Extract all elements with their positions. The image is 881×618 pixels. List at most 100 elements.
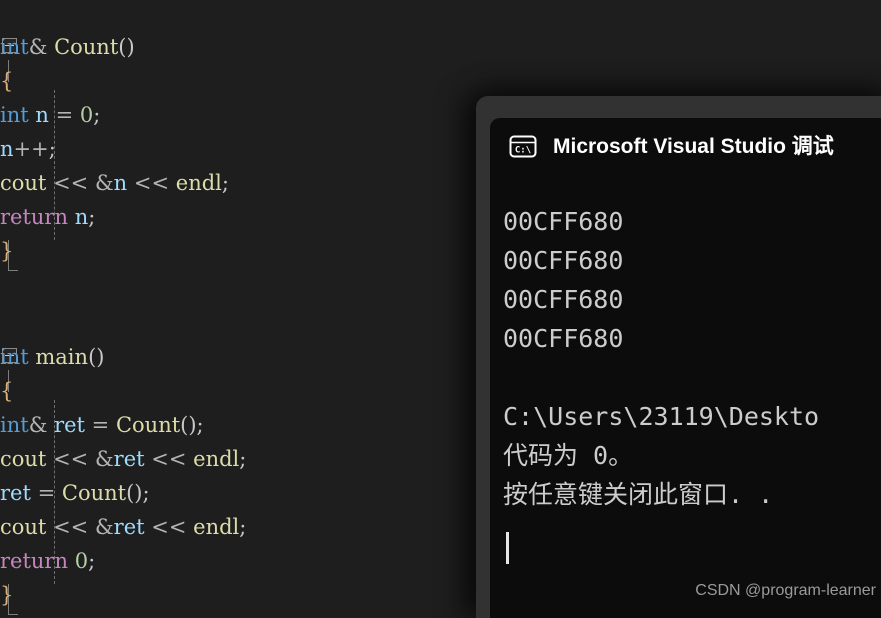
code-token: () (88, 345, 105, 369)
code-line[interactable]: { (0, 374, 500, 408)
code-token: int (0, 35, 29, 59)
code-line-text: n++; (0, 132, 56, 166)
code-token: { (0, 69, 14, 93)
code-line-text: } (0, 234, 13, 268)
fold-guide-foot (8, 270, 18, 271)
code-token: & (94, 447, 114, 471)
code-line-text: return 0; (0, 544, 95, 578)
code-token: endl (193, 515, 240, 539)
code-line[interactable]: cout << &ret << endl; (0, 510, 500, 544)
code-line-text: cout << &n << endl; (0, 166, 229, 200)
code-token: ; (88, 549, 96, 573)
console-content-area[interactable]: C:\ Microsoft Visual Studio 调试 00CFF680 … (490, 118, 881, 618)
code-token: ; (93, 103, 101, 127)
fold-guide-foot (8, 614, 18, 615)
code-block-count-function: int& Count() { int n = 0; n++; cout << &… (0, 30, 500, 271)
code-token: Count (115, 413, 181, 437)
code-line[interactable]: return n; (0, 200, 500, 234)
code-token: int (0, 345, 29, 369)
code-token: ; (142, 481, 150, 505)
code-token: } (0, 583, 14, 607)
code-line-text: { (0, 64, 13, 98)
code-token: << (151, 515, 187, 539)
code-line[interactable]: int& ret = Count(); (0, 408, 500, 442)
code-token: return (0, 549, 68, 573)
code-line[interactable]: cout << &ret << endl; (0, 442, 500, 476)
csdn-watermark: CSDN @program-learner (695, 582, 876, 599)
code-token: ; (196, 413, 204, 437)
code-token: n (74, 205, 89, 229)
code-token: ret (0, 481, 31, 505)
code-token: << (133, 171, 170, 195)
code-line[interactable]: } (0, 578, 500, 612)
code-token: & (94, 171, 114, 195)
code-token: ; (48, 137, 56, 161)
code-line-text: cout << &ret << endl; (0, 510, 246, 544)
code-token: n (0, 137, 14, 161)
code-token: n (35, 103, 49, 127)
code-line[interactable]: cout << &n << endl; (0, 166, 500, 200)
code-token: { (0, 379, 14, 403)
code-line[interactable]: n++; (0, 132, 500, 166)
code-token: ret (113, 515, 145, 539)
code-line[interactable]: } (0, 234, 500, 268)
code-token: () (180, 413, 197, 437)
console-output-line: 00CFF680 (503, 285, 624, 314)
code-line-text: int main() (0, 340, 104, 374)
code-token: << (53, 515, 89, 539)
code-token: ; (221, 171, 229, 195)
code-token: } (0, 239, 14, 263)
console-output-line: 00CFF680 (503, 246, 624, 275)
code-token: & (28, 413, 55, 437)
code-token: () (126, 481, 143, 505)
code-line-text: return n; (0, 200, 95, 234)
code-line-text: int& Count() (0, 30, 135, 64)
console-output-line: 按任意键关闭此窗口. . (503, 480, 774, 509)
code-token: & (94, 515, 114, 539)
code-token: & (28, 35, 55, 59)
code-token: ; (239, 515, 247, 539)
code-line[interactable]: int& Count() (0, 30, 500, 64)
code-token: main (35, 345, 89, 369)
code-token: cout (0, 171, 47, 195)
code-line[interactable]: { (0, 64, 500, 98)
code-line[interactable]: int main() (0, 340, 500, 374)
code-editor-pane[interactable]: int& Count() { int n = 0; n++; cout << &… (0, 0, 500, 618)
code-token: ; (239, 447, 247, 471)
console-titlebar[interactable]: C:\ Microsoft Visual Studio 调试 (490, 118, 881, 176)
code-token: Count (54, 35, 119, 59)
code-line-text: ret = Count(); (0, 476, 150, 510)
code-line-text: { (0, 374, 13, 408)
console-title-text: Microsoft Visual Studio 调试 (553, 135, 834, 158)
code-token: << (53, 171, 89, 195)
code-token: ++ (13, 137, 49, 161)
code-token: cout (0, 515, 47, 539)
cmd-console-icon: C:\ (508, 132, 538, 162)
console-output-line: 代码为 0。 (503, 441, 634, 470)
console-output-line: 00CFF680 (503, 207, 624, 236)
console-output-line: C:\Users\23119\Deskto (503, 402, 820, 431)
code-token: cout (0, 447, 47, 471)
code-token: endl (175, 171, 222, 195)
code-token: = (55, 103, 74, 127)
code-token: ret (113, 447, 145, 471)
code-line[interactable]: int n = 0; (0, 98, 500, 132)
code-token: return (0, 205, 68, 229)
code-line[interactable]: ret = Count(); (0, 476, 500, 510)
code-token: << (53, 447, 89, 471)
code-line-text: int& ret = Count(); (0, 408, 204, 442)
code-token: << (151, 447, 187, 471)
code-line[interactable]: return 0; (0, 544, 500, 578)
console-window[interactable]: C:\ Microsoft Visual Studio 调试 00CFF680 … (476, 96, 881, 618)
